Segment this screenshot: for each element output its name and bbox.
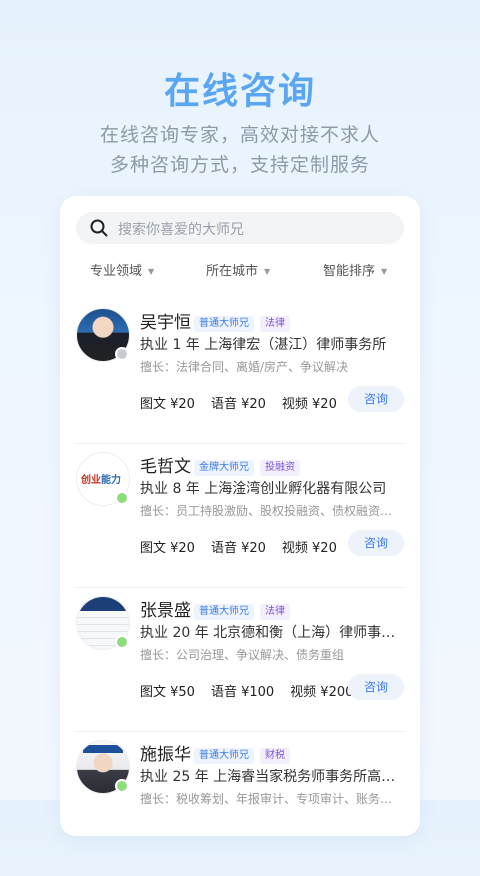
company-logo: 创业能力 [81,471,121,486]
logo-text-a: 创业 [81,475,101,486]
level-badge: 普通大师兄 [194,604,254,620]
consultant-list-item[interactable]: 张景盛 普通大师兄 法律 执业 20 年 北京德和衡（上海）律师事务所 擅长：公司… [60,588,420,732]
hero-title: 在线咨询 [163,71,316,112]
level-badge: 金牌大师兄 [194,460,254,476]
consultant-description: 执业 8 年 上海淦湾创业孵化器有限公司 [140,481,387,497]
search-input[interactable]: 搜索你喜爱的大师兄 [118,219,244,239]
field-badge: 法律 [260,316,290,332]
caret-down-icon: ▼ [264,267,271,276]
consultant-skills: 擅长：公司治理、争议解决、债务重组 [140,648,345,662]
price-text: 图文 ¥20 [140,541,195,556]
online-status-dot [115,635,129,649]
filter-specialty[interactable]: 专业领域 ▼ [90,260,154,279]
consult-button[interactable]: 咨询 [348,530,404,556]
price-voice: 语音 ¥100 [210,685,275,700]
online-status-dot [115,491,129,505]
consultant-description: 执业 25 年 上海睿当家税务师事务所高级合… [140,769,408,785]
consultant-tags: 金牌大师兄 投融资 [194,455,306,476]
consultant-description: 执业 1 年 上海律宏（湛江）律师事务所 [140,337,387,353]
field-badge: 法律 [260,604,290,620]
filter-specialty-label: 专业领域 [90,264,143,279]
level-badge: 普通大师兄 [194,316,254,332]
filter-city[interactable]: 所在城市 ▼ [206,260,270,279]
consultant-skills: 擅长：法律合同、离婚/房产、争议解决 [140,360,349,374]
consultant-tags: 普通大师兄 法律 [194,311,296,332]
consultant-description: 执业 20 年 北京德和衡（上海）律师事务所 [140,625,408,641]
field-badge: 财税 [260,748,290,764]
consultant-skills: 擅长：税收筹划、年报审计、专项审计、账务… [140,792,393,806]
consultant-tags: 普通大师兄 法律 [194,599,296,620]
price-text: 图文 ¥20 [140,397,195,412]
consultant-list-item[interactable]: 吴宇恒 普通大师兄 法律 执业 1 年 上海律宏（湛江）律师事务所 擅长：法律合同… [60,300,420,444]
consultant-name: 吴宇恒 [140,313,191,333]
consultant-name: 毛哲文 [140,457,191,477]
consult-button[interactable]: 咨询 [348,674,404,700]
consultant-skills: 擅长：员工持股激励、股权投融资、债权融资… [140,504,393,518]
filter-sort-label: 智能排序 [323,264,376,279]
consultant-tags: 普通大师兄 财税 [194,743,296,764]
hero-subtitle-line-2: 多种咨询方式，支持定制服务 [109,154,370,176]
price-video: 视频 ¥20 [281,397,337,412]
online-status-dot [115,779,129,793]
consultant-name: 施振华 [140,745,191,765]
filter-city-label: 所在城市 [206,264,259,279]
price-list: 图文 ¥20 语音 ¥20 视频 ¥20 [140,393,353,412]
field-badge: 投融资 [260,460,300,476]
price-voice: 语音 ¥20 [210,541,266,556]
price-list: 图文 ¥50 语音 ¥100 视频 ¥200 [140,681,369,700]
filter-sort[interactable]: 智能排序 ▼ [323,260,387,279]
price-voice: 语音 ¥20 [210,397,266,412]
consult-button[interactable]: 咨询 [348,386,404,412]
consultant-list-item[interactable]: 创业能力 毛哲文 金牌大师兄 投融资 执业 8 年 上海淦湾创业孵化器有限公司 擅… [60,444,420,588]
price-video: 视频 ¥200 [290,685,354,700]
consultant-name: 张景盛 [140,601,191,621]
search-icon [90,219,108,237]
level-badge: 普通大师兄 [194,748,254,764]
price-text: 图文 ¥50 [140,685,195,700]
search-bar[interactable]: 搜索你喜爱的大师兄 [76,212,404,244]
caret-down-icon: ▼ [381,267,388,276]
consultant-list-card: 搜索你喜爱的大师兄 专业领域 ▼ 所在城市 ▼ 智能排序 ▼ 吴宇恒 普通大师兄 法律 … [60,196,420,836]
consultant-list-item[interactable]: 施振华 普通大师兄 财税 执业 25 年 上海睿当家税务师事务所高级合… 擅长：税… [60,732,420,876]
logo-text-b: 能力 [101,475,121,486]
filter-bar: 专业领域 ▼ 所在城市 ▼ 智能排序 ▼ [60,260,420,280]
price-list: 图文 ¥20 语音 ¥20 视频 ¥20 [140,537,353,556]
offline-status-dot [115,347,129,361]
caret-down-icon: ▼ [148,267,155,276]
hero-subtitle-line-1: 在线咨询专家，高效对接不求人 [99,124,380,146]
price-video: 视频 ¥20 [281,541,337,556]
